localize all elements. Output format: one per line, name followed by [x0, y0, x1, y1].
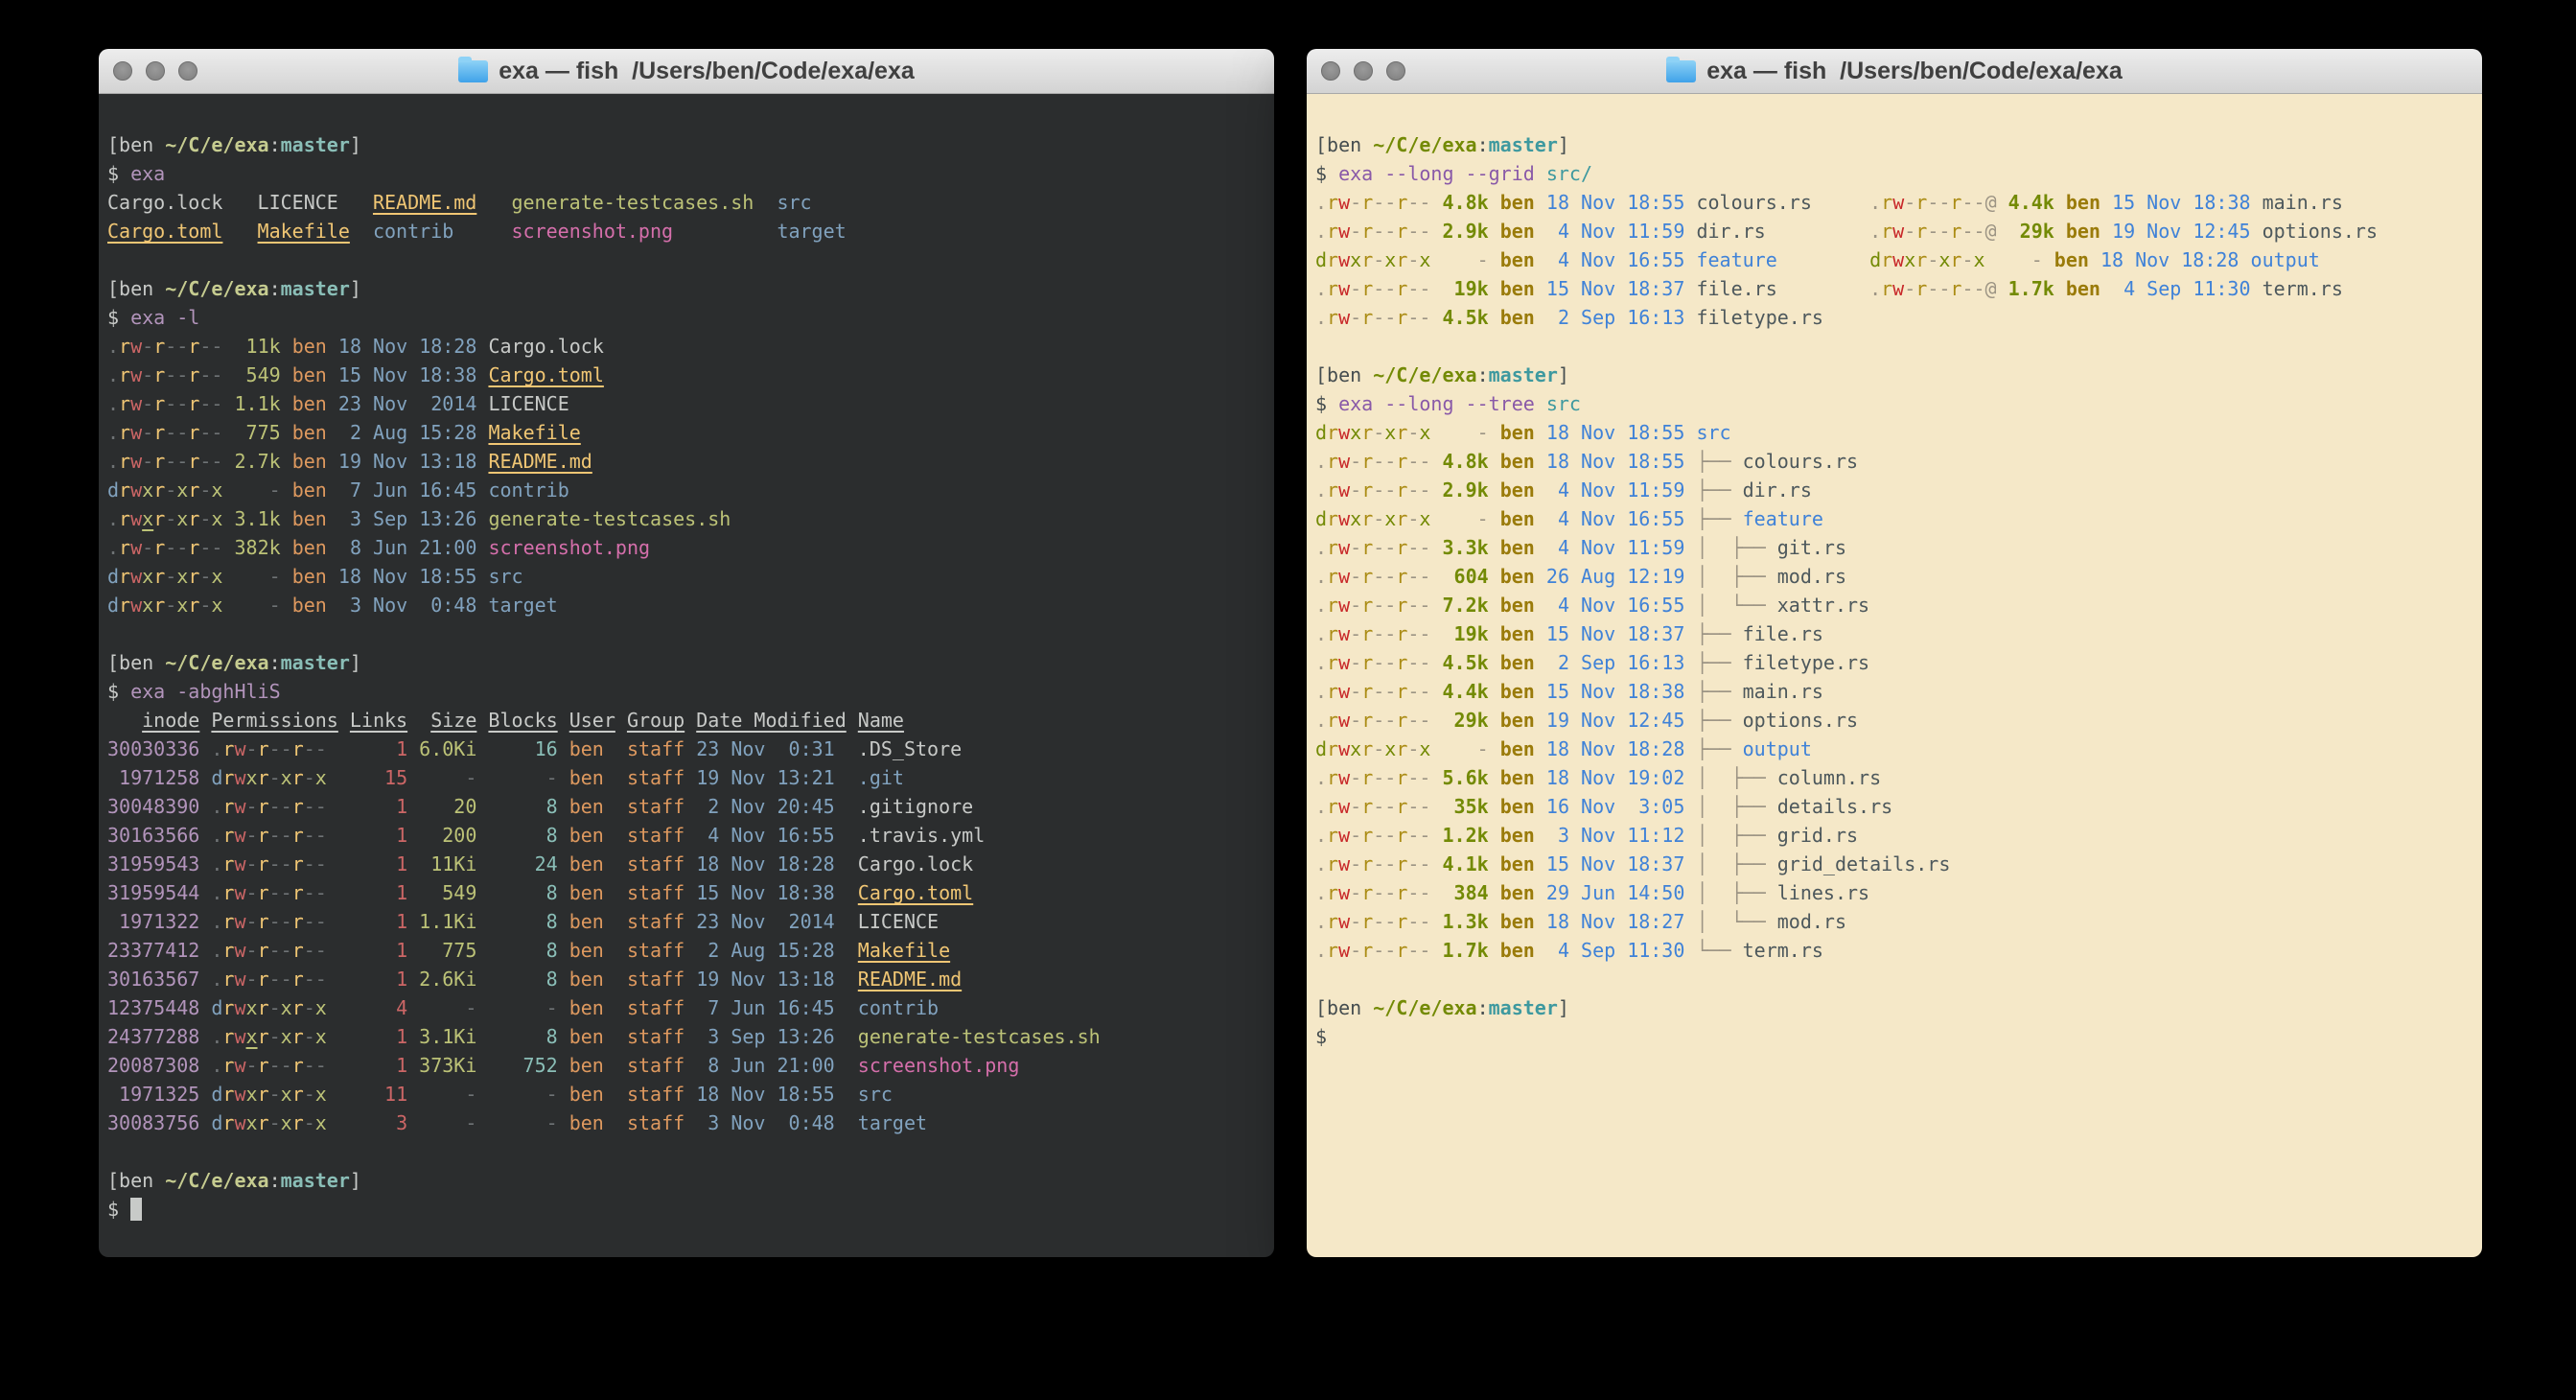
window-controls: [113, 49, 197, 93]
terminal-line: 1971325 drwxr-xr-x 11 - - ben staff 18 N…: [107, 1080, 1266, 1108]
close-button[interactable]: [113, 61, 132, 81]
terminal-line: 23377412 .rw-r--r-- 1 775 8 ben staff 2 …: [107, 936, 1266, 965]
terminal-line: [ben ~/C/e/exa:master]: [107, 130, 1266, 159]
terminal-line: [ben ~/C/e/exa:master]: [107, 274, 1266, 303]
terminal-line: $ exa -abghHliS: [107, 677, 1266, 706]
terminal-output[interactable]: [ben ~/C/e/exa:master]$ exaCargo.lock LI…: [99, 94, 1274, 1257]
terminal-line: .rw-r--r-- 1.7k ben 4 Sep 11:30 └── term…: [1315, 936, 2474, 965]
terminal-line: [ben ~/C/e/exa:master]: [107, 648, 1266, 677]
terminal-line: 30048390 .rw-r--r-- 1 20 8 ben staff 2 N…: [107, 792, 1266, 821]
terminal-line: [ben ~/C/e/exa:master]: [1315, 130, 2474, 159]
terminal-line: .rw-r--r-- 4.5k ben 2 Sep 16:13 filetype…: [1315, 303, 2474, 332]
terminal-line: 1971322 .rw-r--r-- 1 1.1Ki 8 ben staff 2…: [107, 907, 1266, 936]
close-button[interactable]: [1321, 61, 1340, 81]
terminal-line: .rw-r--r-- 2.9k ben 4 Nov 11:59 dir.rs .…: [1315, 217, 2474, 245]
terminal-window-light: exa — fish /Users/ben/Code/exa/exa [ben …: [1307, 49, 2482, 1257]
terminal-line: .rwxr-xr-x 3.1k ben 3 Sep 13:26 generate…: [107, 504, 1266, 533]
window-title: exa — fish /Users/ben/Code/exa/exa: [458, 58, 915, 85]
terminal-line: .rw-r--r-- 11k ben 18 Nov 18:28 Cargo.lo…: [107, 332, 1266, 361]
terminal-line: .rw-r--r-- 3.3k ben 4 Nov 11:59 │ ├── gi…: [1315, 533, 2474, 562]
terminal-line: [107, 619, 1266, 648]
terminal-line: .rw-r--r-- 2.9k ben 4 Nov 11:59 ├── dir.…: [1315, 476, 2474, 504]
terminal-line: $: [107, 1195, 1266, 1224]
terminal-line: drwxr-xr-x - ben 18 Nov 18:55 src: [107, 562, 1266, 591]
terminal-line: .rw-r--r-- 1.1k ben 23 Nov 2014 LICENCE: [107, 389, 1266, 418]
terminal-line: drwxr-xr-x - ben 7 Jun 16:45 contrib: [107, 476, 1266, 504]
terminal-line: .rw-r--r-- 4.5k ben 2 Sep 16:13 ├── file…: [1315, 648, 2474, 677]
terminal-line: Cargo.toml Makefile contrib screenshot.p…: [107, 217, 1266, 245]
terminal-line: 30083756 drwxr-xr-x 3 - - ben staff 3 No…: [107, 1108, 1266, 1137]
zoom-button[interactable]: [178, 61, 197, 81]
terminal-line: .rw-r--r-- 775 ben 2 Aug 15:28 Makefile: [107, 418, 1266, 447]
terminal-line: .rw-r--r-- 4.8k ben 18 Nov 18:55 ├── col…: [1315, 447, 2474, 476]
window-title-text: exa — fish /Users/ben/Code/exa/exa: [499, 58, 915, 85]
terminal-line: [ben ~/C/e/exa:master]: [107, 1166, 1266, 1195]
terminal-line: $ exa: [107, 159, 1266, 188]
folder-icon: [458, 60, 488, 82]
terminal-line: 24377288 .rwxr-xr-x 1 3.1Ki 8 ben staff …: [107, 1022, 1266, 1051]
terminal-line: inode Permissions Links Size Blocks User…: [107, 706, 1266, 735]
terminal-line: .rw-r--r-- 4.8k ben 18 Nov 18:55 colours…: [1315, 188, 2474, 217]
terminal-line: [ben ~/C/e/exa:master]: [1315, 361, 2474, 389]
terminal-line: .rw-r--r-- 4.1k ben 15 Nov 18:37 │ ├── g…: [1315, 850, 2474, 878]
terminal-line: .rw-r--r-- 1.3k ben 18 Nov 18:27 │ └── m…: [1315, 907, 2474, 936]
terminal-output[interactable]: [ben ~/C/e/exa:master]$ exa --long --gri…: [1307, 94, 2482, 1257]
minimize-button[interactable]: [1354, 61, 1373, 81]
terminal-line: [1315, 965, 2474, 993]
terminal-line: Cargo.lock LICENCE README.md generate-te…: [107, 188, 1266, 217]
terminal-line: 31959543 .rw-r--r-- 1 11Ki 24 ben staff …: [107, 850, 1266, 878]
terminal-line: .rw-r--r-- 549 ben 15 Nov 18:38 Cargo.to…: [107, 361, 1266, 389]
terminal-line: $ exa --long --grid src/: [1315, 159, 2474, 188]
terminal-window-dark: exa — fish /Users/ben/Code/exa/exa [ben …: [99, 49, 1274, 1257]
terminal-line: drwxr-xr-x - ben 3 Nov 0:48 target: [107, 591, 1266, 619]
terminal-line: 30163567 .rw-r--r-- 1 2.6Ki 8 ben staff …: [107, 965, 1266, 993]
terminal-line: .rw-r--r-- 604 ben 26 Aug 12:19 │ ├── mo…: [1315, 562, 2474, 591]
title-bar[interactable]: exa — fish /Users/ben/Code/exa/exa: [99, 49, 1274, 94]
terminal-line: 30163566 .rw-r--r-- 1 200 8 ben staff 4 …: [107, 821, 1266, 850]
window-controls: [1321, 49, 1405, 93]
terminal-line: .rw-r--r-- 19k ben 15 Nov 18:37 file.rs …: [1315, 274, 2474, 303]
cursor: [1338, 1025, 1350, 1048]
terminal-line: 20087308 .rw-r--r-- 1 373Ki 752 ben staf…: [107, 1051, 1266, 1080]
terminal-line: drwxr-xr-x - ben 4 Nov 16:55 feature drw…: [1315, 245, 2474, 274]
minimize-button[interactable]: [146, 61, 165, 81]
terminal-line: 12375448 drwxr-xr-x 4 - - ben staff 7 Ju…: [107, 993, 1266, 1022]
terminal-line: $: [1315, 1022, 2474, 1051]
terminal-line: 31959544 .rw-r--r-- 1 549 8 ben staff 15…: [107, 878, 1266, 907]
terminal-line: drwxr-xr-x - ben 18 Nov 18:55 src: [1315, 418, 2474, 447]
terminal-line: 30030336 .rw-r--r-- 1 6.0Ki 16 ben staff…: [107, 735, 1266, 763]
zoom-button[interactable]: [1386, 61, 1405, 81]
terminal-line: .rw-r--r-- 384 ben 29 Jun 14:50 │ ├── li…: [1315, 878, 2474, 907]
window-title-text: exa — fish /Users/ben/Code/exa/exa: [1706, 58, 2123, 85]
terminal-line: .rw-r--r-- 19k ben 15 Nov 18:37 ├── file…: [1315, 619, 2474, 648]
terminal-line: [107, 245, 1266, 274]
window-title: exa — fish /Users/ben/Code/exa/exa: [1666, 58, 2123, 85]
title-bar[interactable]: exa — fish /Users/ben/Code/exa/exa: [1307, 49, 2482, 94]
folder-icon: [1666, 60, 1696, 82]
terminal-line: [1315, 332, 2474, 361]
cursor: [130, 1198, 142, 1221]
terminal-line: drwxr-xr-x - ben 18 Nov 18:28 ├── output: [1315, 735, 2474, 763]
terminal-line: $ exa --long --tree src: [1315, 389, 2474, 418]
terminal-line: .rw-r--r-- 4.4k ben 15 Nov 18:38 ├── mai…: [1315, 677, 2474, 706]
terminal-line: .rw-r--r-- 29k ben 19 Nov 12:45 ├── opti…: [1315, 706, 2474, 735]
terminal-line: .rw-r--r-- 1.2k ben 3 Nov 11:12 │ ├── gr…: [1315, 821, 2474, 850]
terminal-line: .rw-r--r-- 7.2k ben 4 Nov 16:55 │ └── xa…: [1315, 591, 2474, 619]
terminal-line: .rw-r--r-- 35k ben 16 Nov 3:05 │ ├── det…: [1315, 792, 2474, 821]
terminal-line: [107, 1137, 1266, 1166]
terminal-line: [ben ~/C/e/exa:master]: [1315, 993, 2474, 1022]
terminal-line: drwxr-xr-x - ben 4 Nov 16:55 ├── feature: [1315, 504, 2474, 533]
terminal-line: .rw-r--r-- 2.7k ben 19 Nov 13:18 README.…: [107, 447, 1266, 476]
terminal-line: .rw-r--r-- 5.6k ben 18 Nov 19:02 │ ├── c…: [1315, 763, 2474, 792]
terminal-line: $ exa -l: [107, 303, 1266, 332]
terminal-line: .rw-r--r-- 382k ben 8 Jun 21:00 screensh…: [107, 533, 1266, 562]
terminal-line: 1971258 drwxr-xr-x 15 - - ben staff 19 N…: [107, 763, 1266, 792]
